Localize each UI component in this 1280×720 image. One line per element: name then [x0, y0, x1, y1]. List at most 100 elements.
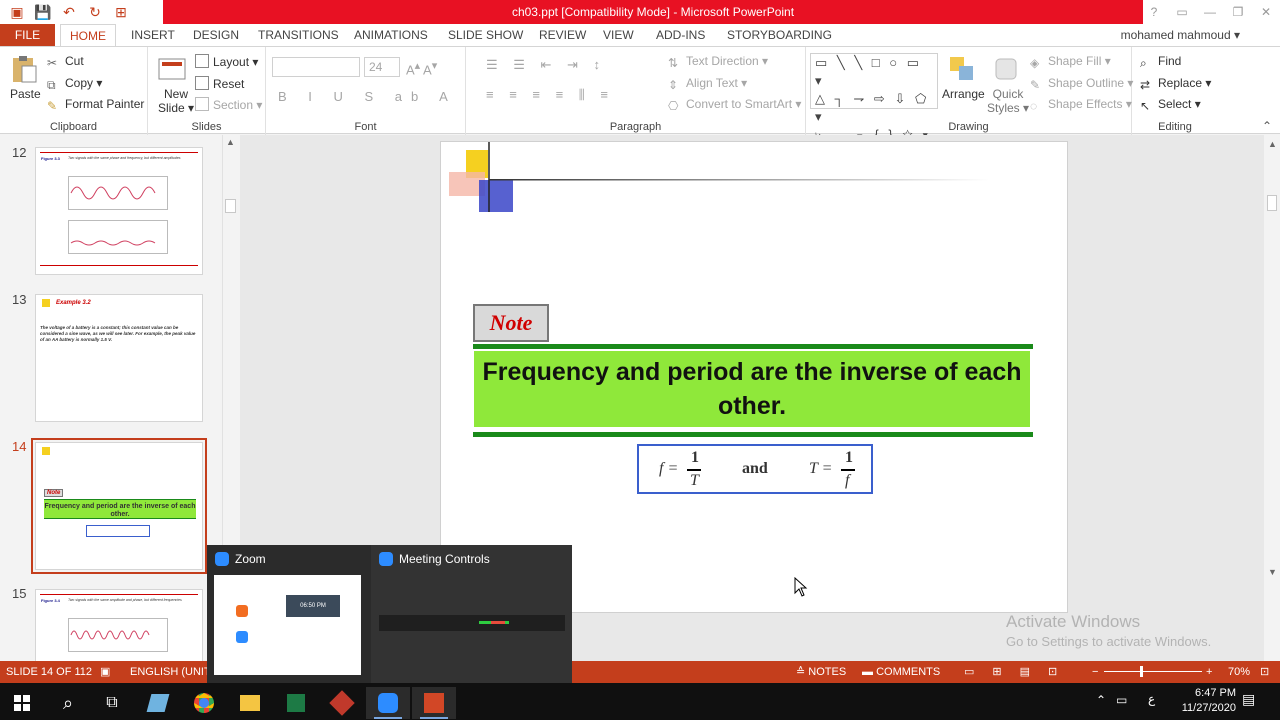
- tab-insert[interactable]: INSERT: [131, 24, 175, 46]
- save-icon[interactable]: 💾: [32, 2, 54, 22]
- slide-thumbnail-14[interactable]: Note Frequency and period are the invers…: [31, 438, 207, 574]
- section-button[interactable]: Section ▾: [195, 97, 262, 112]
- reset-button[interactable]: Reset: [195, 76, 244, 91]
- file-explorer-icon[interactable]: [228, 687, 272, 719]
- app-icon[interactable]: [320, 687, 364, 719]
- shape-outline-button[interactable]: ✎ Shape Outline ▾: [1030, 76, 1133, 92]
- tab-animations[interactable]: ANIMATIONS: [354, 24, 428, 46]
- align-text-icon: ⇕: [668, 78, 679, 92]
- slide-vertical-scrollbar[interactable]: ▲ ▼: [1264, 135, 1280, 579]
- format-painter-button[interactable]: ✎ Format Painter: [47, 97, 144, 113]
- input-language[interactable]: ع: [1148, 692, 1155, 706]
- tab-slide-show[interactable]: SLIDE SHOW: [448, 24, 523, 46]
- select-cursor-icon: ↖: [1140, 99, 1151, 113]
- minimize-button[interactable]: —: [1196, 0, 1224, 24]
- thumb-number-14: 14: [12, 439, 27, 454]
- grow-shrink-font-icon[interactable]: A▴ A▾: [406, 59, 437, 77]
- text-direction-button[interactable]: ⇅ Text Direction ▾: [668, 54, 768, 70]
- user-name: mohamed mahmoud: [1120, 28, 1231, 42]
- shape-effects-button[interactable]: ◌ Shape Effects ▾: [1030, 97, 1132, 113]
- show-hidden-icons[interactable]: ⌃: [1096, 693, 1106, 707]
- comments-button[interactable]: ▬ COMMENTS: [862, 661, 940, 683]
- scroll-down-icon[interactable]: ▼: [1268, 567, 1277, 577]
- tab-storyboarding[interactable]: STORYBOARDING: [727, 24, 832, 46]
- formula-denominator-T: T: [690, 472, 699, 489]
- tab-transitions[interactable]: TRANSITIONS: [258, 24, 339, 46]
- scroll-up-icon[interactable]: ▲: [226, 137, 235, 147]
- shape-fill-button[interactable]: ◈ Shape Fill ▾: [1030, 54, 1111, 70]
- select-button[interactable]: ↖ Select ▾: [1140, 97, 1201, 113]
- new-slide-button[interactable]: New Slide ▾: [158, 87, 194, 115]
- font-size-box[interactable]: 24: [364, 57, 400, 77]
- zoom-out-button[interactable]: −: [1092, 661, 1098, 683]
- paste-button[interactable]: Paste: [10, 87, 41, 101]
- font-group: 24 A▴ A▾ B I U S ab A Font: [266, 47, 466, 135]
- task-view-icon[interactable]: ⧉: [90, 687, 134, 719]
- language-indicator[interactable]: ENGLISH (UNITE: [130, 661, 218, 683]
- tab-review[interactable]: REVIEW: [539, 24, 586, 46]
- quick-styles-button[interactable]: Quick Styles ▾: [987, 87, 1029, 115]
- powerpoint-app-icon[interactable]: [412, 687, 456, 719]
- zoom-slider[interactable]: [1104, 661, 1202, 683]
- title-bar: ▣ 💾 ↶ ↻ ⊞ ch03.ppt [Compatibility Mode] …: [0, 0, 1280, 24]
- clock[interactable]: 6:47 PM 11/27/2020: [1170, 686, 1236, 716]
- list-icons[interactable]: ☰ ☰ ⇤ ⇥ ↕: [486, 57, 606, 73]
- cut-button[interactable]: ✂ Cut: [47, 54, 84, 70]
- fit-to-window-icon[interactable]: ⊡: [1260, 661, 1269, 683]
- view-buttons[interactable]: ▭⊞▤⊡: [964, 661, 1075, 683]
- notifications-icon[interactable]: ▤: [1242, 691, 1255, 708]
- chrome-icon[interactable]: [182, 687, 226, 719]
- slide-thumbnail-panel[interactable]: 12 Figure 3.3 Two signals with the same …: [0, 135, 240, 661]
- tab-view[interactable]: VIEW: [603, 24, 634, 46]
- font-format-icons[interactable]: B I U S ab A: [278, 89, 457, 104]
- slide-thumbnail-13[interactable]: Example 3.2 The voltage of a battery is …: [35, 294, 203, 422]
- join-meeting-icon: [236, 631, 248, 643]
- tab-design[interactable]: DESIGN: [193, 24, 239, 46]
- tab-add-ins[interactable]: ADD-INS: [656, 24, 705, 46]
- slide-thumbnail-15[interactable]: Figure 3.4 Two signals with the same amp…: [35, 589, 203, 661]
- meeting-controls-preview[interactable]: Meeting Controls: [371, 545, 572, 683]
- sine-wave-icon: [70, 186, 156, 200]
- find-button[interactable]: ⌕ Find: [1140, 54, 1181, 70]
- collapse-ribbon-icon[interactable]: ⌃: [1262, 119, 1272, 133]
- zoom-app-icon[interactable]: [366, 687, 410, 719]
- maximize-button[interactable]: ❐: [1224, 0, 1252, 24]
- notes-button[interactable]: ≙ NOTES: [796, 661, 846, 683]
- zoom-level[interactable]: 70%: [1228, 661, 1250, 683]
- close-button[interactable]: ✕: [1252, 0, 1280, 24]
- start-button[interactable]: [0, 687, 44, 719]
- editing-group-label: Editing: [1158, 121, 1192, 133]
- tab-file[interactable]: FILE: [0, 24, 55, 46]
- network-icon[interactable]: ▭: [1116, 693, 1127, 707]
- taskbar-app-icon[interactable]: [136, 687, 180, 719]
- scroll-up-icon[interactable]: ▲: [1268, 139, 1277, 149]
- shapes-gallery[interactable]: ▭ ╲ ╲ □ ○ ▭ ▾△ ┐ ⇁ ⇨ ⇩ ⬠ ▾⤷ ╮ ⌒ { } ☆ ▾: [810, 53, 938, 142]
- thumb-title: Figure 3.3: [41, 156, 60, 161]
- excel-icon[interactable]: [274, 687, 318, 719]
- align-text-button[interactable]: ⇕ Align Text ▾: [668, 76, 747, 92]
- scrollbar-thumb[interactable]: [225, 199, 236, 213]
- layout-button[interactable]: Layout ▾: [195, 54, 258, 69]
- spelling-icon[interactable]: ▣: [100, 661, 110, 683]
- search-icon[interactable]: ⌕: [46, 687, 90, 719]
- fraction-bar: [841, 469, 855, 471]
- copy-button[interactable]: ⧉ Copy ▾: [47, 76, 102, 92]
- align-icons[interactable]: ≡ ≡ ≡ ≡ ⫼ ≡: [486, 87, 614, 103]
- scrollbar-thumb[interactable]: [1267, 195, 1277, 211]
- redo-icon[interactable]: ↻: [84, 2, 106, 22]
- convert-smartart-button[interactable]: ⎔ Convert to SmartArt ▾: [668, 97, 801, 113]
- zoom-in-button[interactable]: +: [1206, 661, 1212, 683]
- user-account[interactable]: mohamed mahmoud ▾: [1121, 24, 1240, 46]
- replace-button[interactable]: ⇄ Replace ▾: [1140, 76, 1211, 92]
- undo-icon[interactable]: ↶: [58, 2, 80, 22]
- font-name-box[interactable]: [272, 57, 360, 77]
- slide-thumbnail-12[interactable]: Figure 3.3 Two signals with the same pha…: [35, 147, 203, 275]
- start-from-beginning-icon[interactable]: ⊞: [110, 2, 132, 22]
- ribbon-display-options-icon[interactable]: ▭: [1168, 0, 1196, 24]
- zoom-slider-handle[interactable]: [1140, 666, 1143, 677]
- zoom-preview[interactable]: Zoom 06:50 PM: [207, 545, 369, 683]
- arrange-button[interactable]: Arrange: [942, 87, 985, 101]
- help-icon[interactable]: ?: [1140, 0, 1168, 24]
- current-slide[interactable]: Note Frequency and period are the invers…: [440, 141, 1068, 613]
- tab-home[interactable]: HOME: [60, 24, 116, 46]
